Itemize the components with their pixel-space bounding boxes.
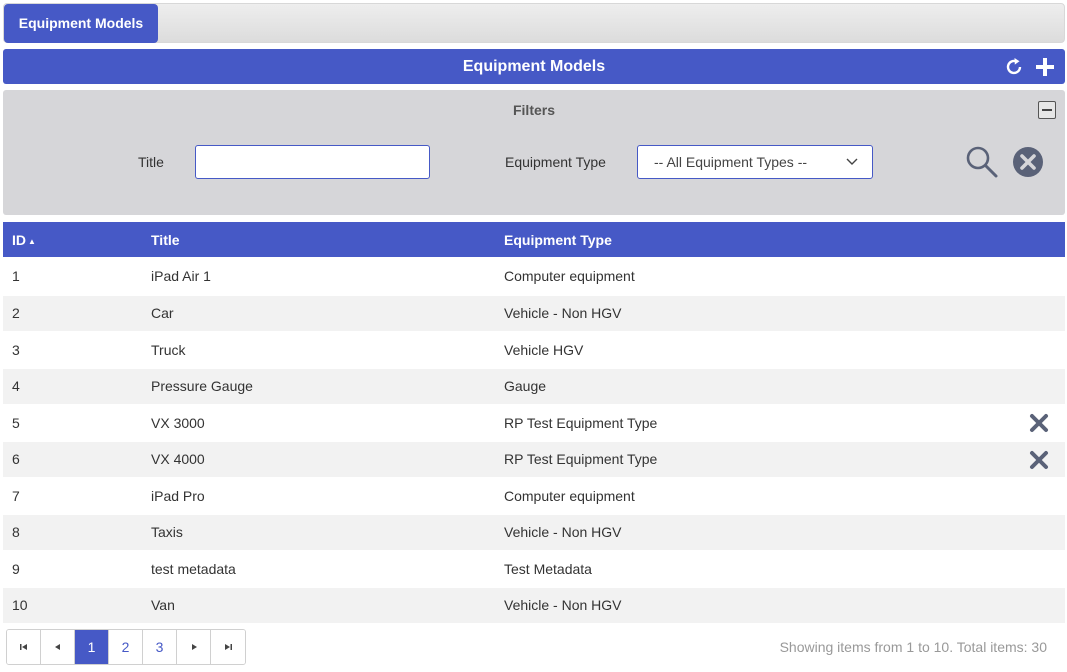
- table-row[interactable]: 6 VX 4000 RP Test Equipment Type: [3, 442, 1065, 477]
- plus-icon: [1036, 58, 1054, 76]
- cell-id: 10: [12, 597, 28, 613]
- table-row[interactable]: 1 iPad Air 1 Computer equipment: [3, 257, 1065, 296]
- cell-equipment-type: Gauge: [504, 378, 547, 394]
- column-header-equipment-type[interactable]: Equipment Type: [504, 222, 612, 259]
- tab-equipment-models[interactable]: Equipment Models: [4, 4, 158, 43]
- cell-id: 8: [12, 524, 20, 540]
- refresh-button[interactable]: [1002, 55, 1026, 79]
- column-header-title[interactable]: Title: [151, 222, 180, 259]
- last-page-icon: [225, 644, 232, 650]
- cell-equipment-type: Vehicle - Non HGV: [504, 597, 622, 613]
- filters-title: Filters: [512, 102, 555, 118]
- pager-summary: Showing items from 1 to 10. Total items:…: [779, 639, 1047, 655]
- add-button[interactable]: [1033, 55, 1057, 79]
- table-row[interactable]: 3 Truck Vehicle HGV: [3, 331, 1065, 369]
- previous-page-icon: [54, 644, 60, 650]
- table-row[interactable]: 9 test metadata Test Metadata: [3, 550, 1065, 588]
- search-icon: [966, 146, 998, 178]
- cell-id: 5: [12, 415, 20, 431]
- close-icon: [1030, 414, 1048, 432]
- filters-panel: Filters Title Equipment Type -- All Equi…: [3, 90, 1065, 215]
- cell-title: Pressure Gauge: [151, 378, 253, 394]
- cell-title: VX 4000: [151, 451, 205, 467]
- next-page-icon: [191, 644, 197, 650]
- table-row[interactable]: 10 Van Vehicle - Non HGV: [3, 588, 1065, 623]
- cell-equipment-type: Computer equipment: [504, 268, 635, 284]
- cell-equipment-type: RP Test Equipment Type: [504, 451, 658, 467]
- pager: 1 2 3: [6, 629, 246, 665]
- chevron-down-icon: [846, 158, 858, 165]
- cell-title: iPad Air 1: [151, 268, 211, 284]
- cell-title: Van: [151, 597, 175, 613]
- table-row[interactable]: 8 Taxis Vehicle - Non HGV: [3, 515, 1065, 550]
- cell-equipment-type: Test Metadata: [504, 561, 592, 577]
- table-row[interactable]: 5 VX 3000 RP Test Equipment Type: [3, 404, 1065, 442]
- page-1-button[interactable]: 1: [75, 630, 109, 664]
- cell-title: Car: [151, 305, 174, 321]
- first-page-button[interactable]: [7, 630, 41, 664]
- first-page-icon: [19, 644, 27, 650]
- cell-equipment-type: Vehicle HGV: [504, 342, 584, 358]
- cell-id: 9: [12, 561, 20, 577]
- close-icon: [1030, 451, 1048, 469]
- cell-title: Taxis: [151, 524, 183, 540]
- grid-body: 1 iPad Air 1 Computer equipment 2 Car Vehicle…: [3, 257, 1065, 623]
- page-header: Equipment Models: [3, 49, 1065, 84]
- tab-bar: Equipment Models: [3, 3, 1065, 43]
- search-button[interactable]: [965, 145, 999, 179]
- cell-id: 4: [12, 378, 20, 394]
- cell-title: iPad Pro: [151, 488, 205, 504]
- clear-filters-button[interactable]: [1011, 145, 1045, 179]
- sort-ascending-icon: ▲: [28, 236, 36, 246]
- cell-id: 7: [12, 488, 20, 504]
- cell-title: test metadata: [151, 561, 236, 577]
- cell-equipment-type: Vehicle - Non HGV: [504, 524, 622, 540]
- title-filter-label: Title: [138, 154, 164, 170]
- page-2-button[interactable]: 2: [109, 630, 143, 664]
- cell-equipment-type: Vehicle - Non HGV: [504, 305, 622, 321]
- page-3-button[interactable]: 3: [143, 630, 177, 664]
- title-filter-input[interactable]: [195, 145, 430, 179]
- equipment-type-select[interactable]: -- All Equipment Types --: [637, 145, 873, 179]
- delete-row-button[interactable]: [1028, 412, 1050, 434]
- cell-id: 6: [12, 451, 20, 467]
- clear-icon: [1013, 147, 1043, 177]
- cell-title: VX 3000: [151, 415, 205, 431]
- equipment-type-selected-value: -- All Equipment Types --: [654, 154, 808, 170]
- grid-header: ID ▲ Title Equipment Type: [3, 222, 1065, 257]
- next-page-button[interactable]: [177, 630, 211, 664]
- column-header-id[interactable]: ID ▲: [12, 222, 36, 260]
- cell-equipment-type: Computer equipment: [504, 488, 635, 504]
- previous-page-button[interactable]: [41, 630, 75, 664]
- equipment-type-filter-label: Equipment Type: [505, 154, 606, 170]
- cell-id: 2: [12, 305, 20, 321]
- cell-title: Truck: [151, 342, 186, 358]
- refresh-icon: [1006, 58, 1022, 75]
- table-row[interactable]: 7 iPad Pro Computer equipment: [3, 477, 1065, 515]
- cell-id: 1: [12, 268, 20, 284]
- table-row[interactable]: 4 Pressure Gauge Gauge: [3, 369, 1065, 404]
- last-page-button[interactable]: [211, 630, 245, 664]
- cell-id: 3: [12, 342, 20, 358]
- collapse-filters-button[interactable]: [1038, 101, 1056, 119]
- table-row[interactable]: 2 Car Vehicle - Non HGV: [3, 296, 1065, 331]
- cell-equipment-type: RP Test Equipment Type: [504, 415, 658, 431]
- delete-row-button[interactable]: [1028, 449, 1050, 471]
- page-title: Equipment Models: [462, 58, 606, 75]
